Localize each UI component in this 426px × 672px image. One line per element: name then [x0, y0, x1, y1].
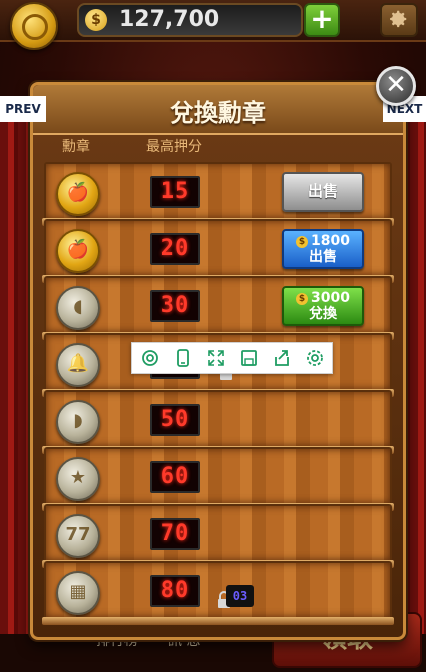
share-icon[interactable] — [272, 348, 292, 368]
search-icon[interactable] — [140, 348, 160, 368]
medal-badge-icon[interactable] — [10, 2, 58, 50]
highest-bet-display: 20 — [150, 233, 200, 265]
coin-balance: $ 127,700 — [77, 3, 303, 37]
sell-for-coins-button[interactable]: $1800 出售 — [282, 229, 364, 269]
top-bar: $ 127,700 + — [0, 0, 426, 50]
coin-icon: $ — [296, 236, 309, 248]
sell-price: 1800 — [311, 233, 350, 249]
medal-row: ◗ 50 — [42, 390, 394, 454]
medal-row: ◖ 30 $3000 兌換 — [42, 276, 394, 340]
coin-icon: $ — [85, 9, 107, 31]
prev-button[interactable]: PREV — [0, 96, 46, 122]
medal-row: ★ 60 — [42, 447, 394, 511]
highest-bet-display: 30 — [150, 290, 200, 322]
exchange-button[interactable]: $3000 兌換 — [282, 286, 364, 326]
column-header-medal: 勳章 — [62, 139, 90, 155]
coin-icon: $ — [296, 293, 309, 305]
curtain-left — [0, 120, 34, 640]
add-coins-button[interactable]: + — [304, 3, 340, 37]
dialog-header: 兌換勳章 — [33, 85, 403, 135]
highest-bet-display: 50 — [150, 404, 200, 436]
column-header-highest-bet: 最高押分 — [146, 139, 202, 155]
highest-bet-display: 70 — [150, 518, 200, 550]
mango-medal-icon: ◖ — [56, 286, 100, 330]
apple-medal-icon: 🍎 — [56, 229, 100, 273]
melon-medal-icon: ◗ — [56, 400, 100, 444]
medal-row: 🍎 20 $1800 出售 — [42, 219, 394, 283]
seventy-seven-medal-icon: 77 — [56, 514, 100, 558]
settings-icon[interactable] — [305, 348, 325, 368]
bell-medal-icon: 🔔 — [56, 343, 100, 387]
settings-button[interactable] — [380, 3, 418, 37]
save-icon[interactable] — [239, 348, 259, 368]
medal-row: 77 70 — [42, 504, 394, 568]
exchange-price: 3000 — [311, 290, 350, 306]
apple-medal-icon: 🍎 — [56, 172, 100, 216]
sell-button[interactable]: 出售 — [282, 172, 364, 212]
medal-row: ▦ 80 03 — [42, 561, 394, 625]
gear-icon — [390, 10, 407, 28]
medal-row: 🍎 15 出售 — [42, 162, 394, 226]
dialog-title: 兌換勳章 — [170, 99, 266, 127]
sell-label: 出售 — [309, 249, 337, 265]
highest-bet-display: 15 — [150, 176, 200, 208]
star-medal-icon: ★ — [56, 457, 100, 501]
expand-icon[interactable] — [206, 348, 226, 368]
overlay-toolbar — [131, 342, 333, 374]
bar-medal-icon: ▦ — [56, 571, 100, 615]
highest-bet-display: 60 — [150, 461, 200, 493]
required-level-badge: 03 — [226, 585, 254, 607]
phone-icon[interactable] — [173, 348, 193, 368]
close-button[interactable]: ✕ — [376, 66, 416, 106]
coin-value: 127,700 — [119, 7, 220, 32]
exchange-label: 兌換 — [309, 306, 337, 322]
highest-bet-display: 80 — [150, 575, 200, 607]
